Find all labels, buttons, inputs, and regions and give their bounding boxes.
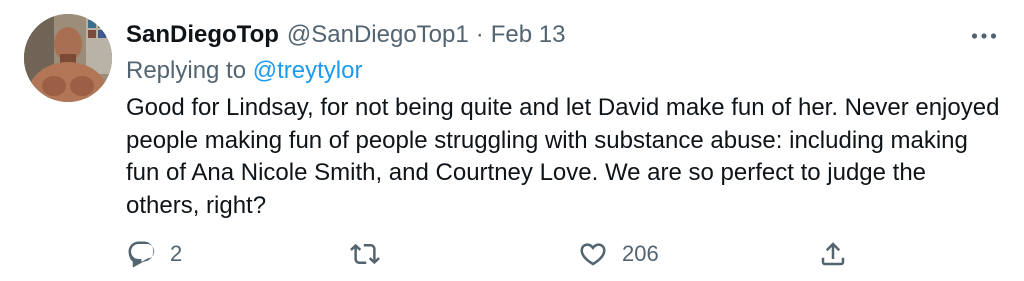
avatar-image [24, 14, 112, 102]
tweet-text: Good for Lindsay, for not being quite an… [126, 94, 1000, 219]
tweet: SanDiegoTop @SanDiegoTop1 · Feb 13 Reply… [0, 0, 1024, 281]
more-horizontal-icon [971, 33, 997, 39]
like-button[interactable]: 206 [578, 236, 659, 272]
avatar[interactable] [24, 14, 112, 102]
like-count: 206 [622, 241, 659, 266]
replying-to-line: Replying to @treytylor [126, 55, 362, 87]
heart-icon [580, 243, 606, 266]
replying-to-label: Replying to [126, 57, 247, 84]
reply-icon [128, 241, 155, 268]
retweet-button[interactable] [350, 236, 394, 272]
display-name[interactable]: SanDiegoTop [126, 18, 279, 52]
replying-to-mention[interactable]: @treytylor [253, 57, 363, 84]
tweet-header: SanDiegoTop @SanDiegoTop1 · Feb 13 [126, 18, 944, 52]
user-handle[interactable]: @SanDiegoTop1 [287, 18, 469, 52]
separator-dot: · [475, 21, 484, 48]
reply-button[interactable]: 2 [126, 236, 182, 272]
share-icon [821, 242, 845, 266]
reply-count: 2 [170, 241, 183, 266]
tweet-date[interactable]: Feb 13 [491, 18, 566, 52]
more-options-button[interactable] [970, 22, 998, 50]
share-button[interactable] [818, 236, 848, 272]
retweet-icon [350, 243, 380, 265]
tweet-actions: 2 206 [126, 236, 866, 272]
